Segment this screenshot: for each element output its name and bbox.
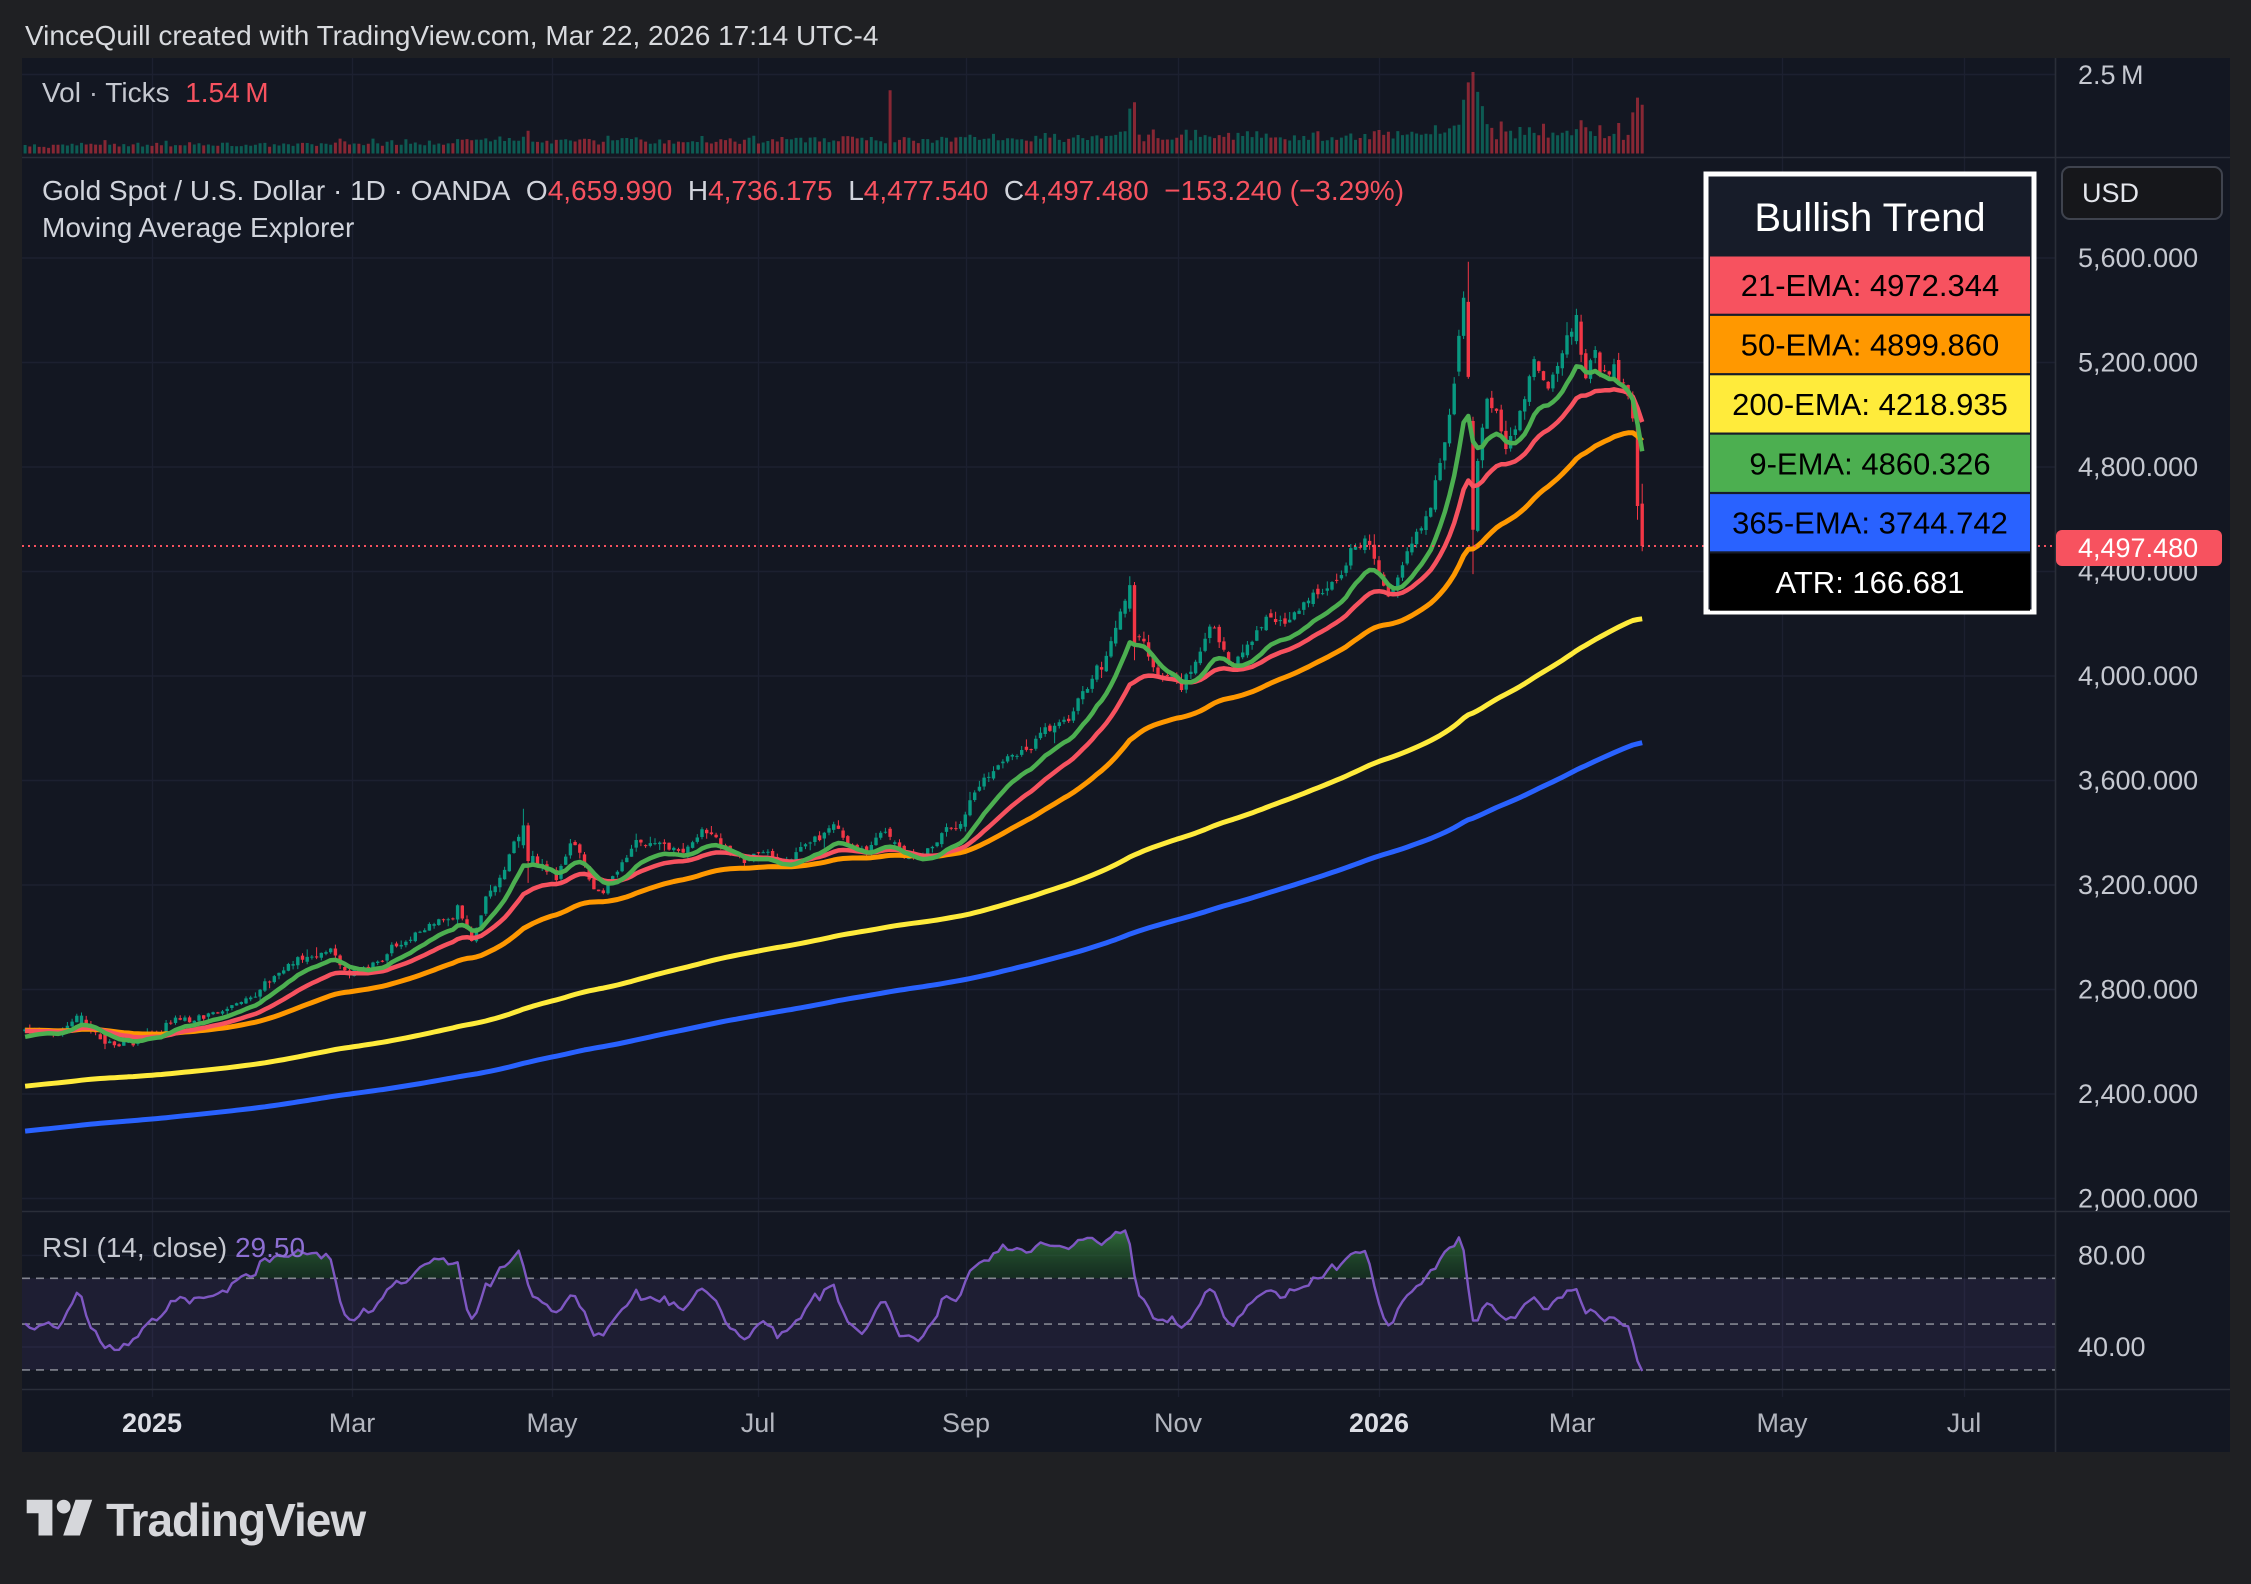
- svg-text:TradingView: TradingView: [106, 1494, 366, 1546]
- svg-text:2025: 2025: [122, 1408, 182, 1438]
- svg-text:2,800.000: 2,800.000: [2078, 975, 2198, 1005]
- svg-text:USD: USD: [2082, 178, 2139, 208]
- svg-text:Jul: Jul: [741, 1408, 776, 1438]
- svg-text:365-EMA: 3744.742: 365-EMA: 3744.742: [1732, 506, 2008, 541]
- svg-text:3,200.000: 3,200.000: [2078, 870, 2198, 900]
- svg-text:Nov: Nov: [1154, 1408, 1203, 1438]
- svg-text:9-EMA: 4860.326: 9-EMA: 4860.326: [1749, 446, 1990, 481]
- svg-text:Bullish Trend: Bullish Trend: [1754, 196, 1985, 240]
- svg-text:2,000.000: 2,000.000: [2078, 1184, 2198, 1214]
- svg-text:Mar: Mar: [329, 1408, 376, 1438]
- svg-text:Moving Average Explorer: Moving Average Explorer: [42, 212, 354, 243]
- svg-text:May: May: [1756, 1408, 1808, 1438]
- svg-text:80.00: 80.00: [2078, 1240, 2146, 1270]
- svg-text:Gold Spot / U.S. Dollar · 1D ·: Gold Spot / U.S. Dollar · 1D · OANDA O4,…: [42, 175, 1404, 206]
- svg-text:21-EMA: 4972.344: 21-EMA: 4972.344: [1741, 268, 2000, 303]
- svg-text:Sep: Sep: [942, 1408, 990, 1438]
- svg-text:3,600.000: 3,600.000: [2078, 766, 2198, 796]
- svg-text:200-EMA: 4218.935: 200-EMA: 4218.935: [1732, 387, 2008, 422]
- svg-text:4,800.000: 4,800.000: [2078, 452, 2198, 482]
- svg-text:VinceQuill created with Tradin: VinceQuill created with TradingView.com,…: [25, 20, 878, 51]
- svg-text:Mar: Mar: [1549, 1408, 1596, 1438]
- svg-text:RSI (14, close) 29.50: RSI (14, close) 29.50: [42, 1232, 305, 1263]
- svg-text:2.5 M: 2.5 M: [2078, 60, 2143, 90]
- svg-text:May: May: [526, 1408, 578, 1438]
- svg-text:4,000.000: 4,000.000: [2078, 661, 2198, 691]
- svg-text:40.00: 40.00: [2078, 1332, 2146, 1362]
- svg-text:Jul: Jul: [1947, 1408, 1982, 1438]
- svg-text:2026: 2026: [1349, 1408, 1409, 1438]
- svg-text:50-EMA: 4899.860: 50-EMA: 4899.860: [1741, 328, 2000, 363]
- svg-text:Vol · Ticks 1.54 M: Vol · Ticks 1.54 M: [42, 77, 269, 108]
- svg-text:5,200.000: 5,200.000: [2078, 348, 2198, 378]
- svg-text:ATR: 166.681: ATR: 166.681: [1776, 565, 1965, 600]
- svg-text:2,400.000: 2,400.000: [2078, 1079, 2198, 1109]
- svg-text:4,497.480: 4,497.480: [2078, 533, 2198, 563]
- svg-text:5,600.000: 5,600.000: [2078, 243, 2198, 273]
